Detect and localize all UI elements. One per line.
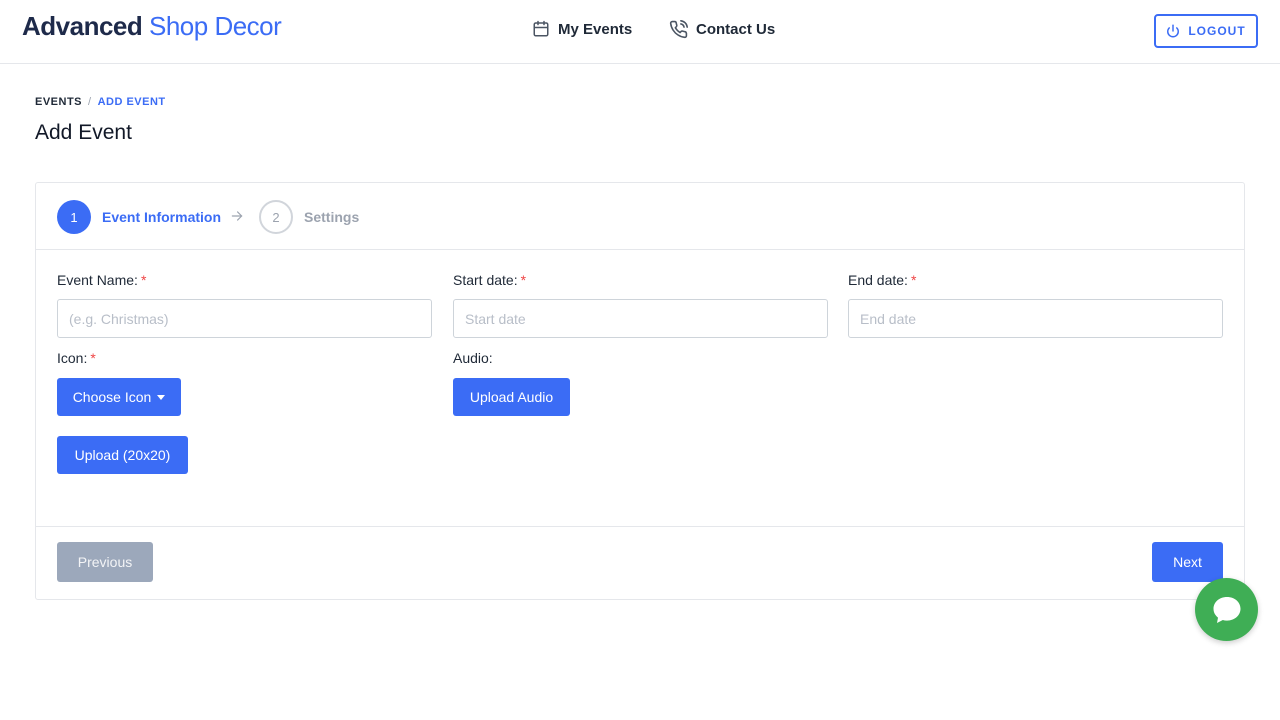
brand-logo[interactable]: Advanced Shop Decor bbox=[22, 11, 282, 42]
nav-my-events[interactable]: My Events bbox=[532, 18, 632, 40]
power-icon bbox=[1167, 24, 1180, 38]
arrow-right-icon bbox=[231, 211, 243, 221]
end-date-input[interactable] bbox=[848, 299, 1223, 338]
upload-audio-button[interactable]: Upload Audio bbox=[453, 378, 570, 416]
phone-icon bbox=[669, 19, 688, 38]
logout-label: LOGOUT bbox=[1188, 24, 1246, 38]
icon-label: Icon: * bbox=[57, 350, 96, 366]
page-title: Add Event bbox=[35, 121, 132, 144]
chat-bubble-icon bbox=[1213, 596, 1240, 623]
event-name-label-text: Event Name: bbox=[57, 272, 138, 288]
breadcrumb-separator: / bbox=[88, 96, 92, 108]
event-name-input[interactable] bbox=[57, 299, 432, 338]
next-label: Next bbox=[1173, 554, 1202, 570]
breadcrumb-events[interactable]: EVENTS bbox=[35, 96, 82, 108]
event-name-label: Event Name: * bbox=[57, 272, 146, 288]
breadcrumb: EVENTS / ADD EVENT bbox=[35, 96, 166, 108]
next-button[interactable]: Next bbox=[1152, 542, 1223, 582]
chat-widget-button[interactable] bbox=[1195, 578, 1258, 641]
caret-down-icon bbox=[157, 395, 166, 400]
nav-contact-us-label: Contact Us bbox=[696, 20, 776, 38]
upload-icon-button[interactable]: Upload (20x20) bbox=[57, 436, 188, 474]
logout-button[interactable]: LOGOUT bbox=[1154, 14, 1258, 48]
choose-icon-dropdown[interactable]: Choose Icon bbox=[57, 378, 181, 416]
step-number: 1 bbox=[57, 200, 91, 234]
upload-icon-label: Upload (20x20) bbox=[74, 447, 171, 463]
step-label: Settings bbox=[304, 209, 360, 225]
calendar-icon bbox=[533, 20, 549, 37]
required-mark: * bbox=[140, 272, 147, 288]
previous-button[interactable]: Previous bbox=[57, 542, 153, 582]
icon-label-text: Icon: bbox=[57, 350, 88, 366]
nav-my-events-label: My Events bbox=[558, 20, 633, 38]
nav-contact-us[interactable]: Contact Us bbox=[669, 18, 775, 40]
step-settings[interactable]: 2 Settings bbox=[259, 200, 359, 234]
start-date-input[interactable] bbox=[453, 299, 828, 338]
step-number: 2 bbox=[259, 200, 293, 234]
audio-label-text: Audio: bbox=[453, 350, 493, 366]
add-event-card: 1 Event Information 2 Settings Event Nam… bbox=[35, 182, 1245, 600]
step-event-information[interactable]: 1 Event Information bbox=[57, 200, 221, 234]
upload-audio-label: Upload Audio bbox=[469, 389, 554, 405]
choose-icon-label: Choose Icon bbox=[72, 389, 152, 405]
card-footer-divider bbox=[36, 526, 1244, 527]
end-date-label: End date: * bbox=[848, 272, 916, 288]
end-date-label-text: End date: bbox=[848, 272, 908, 288]
start-date-label: Start date: * bbox=[453, 272, 526, 288]
audio-label: Audio: bbox=[453, 350, 493, 366]
brand-secondary: Shop Decor bbox=[149, 11, 282, 41]
required-mark: * bbox=[520, 272, 527, 288]
required-mark: * bbox=[910, 272, 917, 288]
previous-label: Previous bbox=[77, 554, 133, 570]
required-mark: * bbox=[90, 350, 96, 366]
step-label: Event Information bbox=[102, 209, 222, 225]
wizard-steps: 1 Event Information 2 Settings bbox=[36, 183, 1244, 250]
brand-primary: Advanced bbox=[22, 11, 143, 41]
breadcrumb-add-event: ADD EVENT bbox=[97, 96, 166, 108]
start-date-label-text: Start date: bbox=[453, 272, 518, 288]
top-navbar: Advanced Shop Decor My Events Contact Us… bbox=[0, 0, 1280, 64]
